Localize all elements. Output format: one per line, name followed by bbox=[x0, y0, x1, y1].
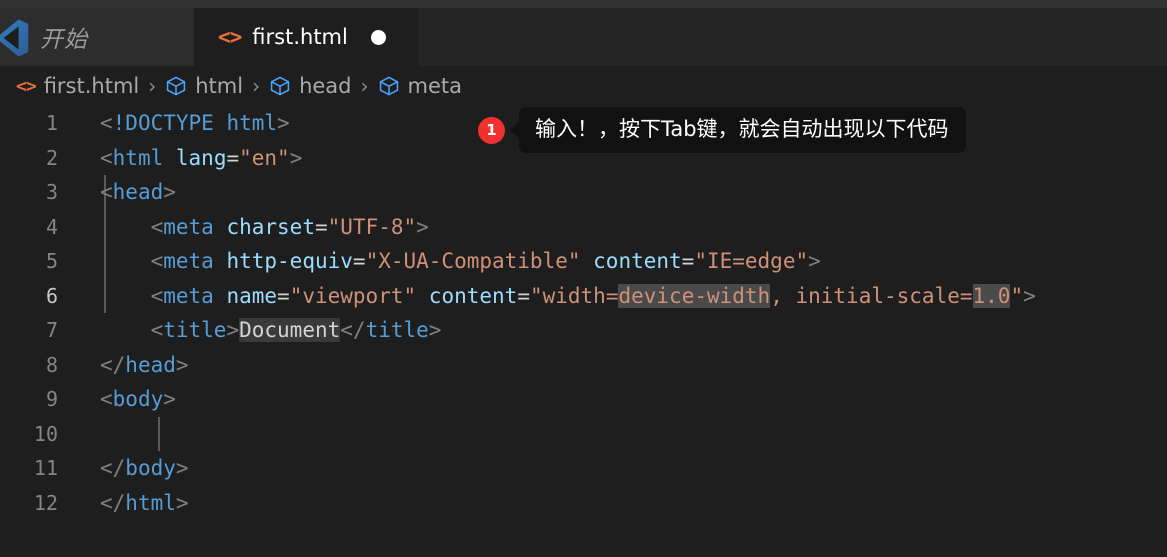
line-content: <meta charset="UTF-8"> bbox=[150, 214, 429, 239]
breadcrumb-label: head bbox=[299, 74, 352, 98]
html-angle-bracket-icon: <> bbox=[16, 75, 37, 97]
line-number: 4 bbox=[45, 214, 58, 239]
html-angle-bracket-icon: <> bbox=[218, 25, 242, 49]
vscode-window: 开始 <> first.html <> first.html › html › bbox=[0, 0, 1167, 557]
tab-first-html[interactable]: <> first.html bbox=[194, 8, 418, 66]
line-number: 2 bbox=[45, 145, 58, 170]
line-content: </body> bbox=[100, 456, 189, 480]
breadcrumb: <> first.html › html › head › meta bbox=[0, 66, 1167, 106]
line-content: <body> bbox=[100, 387, 176, 411]
line-number: 10 bbox=[33, 421, 58, 446]
occurrence-highlight: device-width bbox=[618, 283, 771, 308]
tab-home-label: 开始 bbox=[40, 27, 88, 53]
tab-home[interactable]: 开始 bbox=[0, 8, 194, 66]
line-content: <html lang="en"> bbox=[100, 145, 303, 170]
line-content: <meta http-equiv="X-UA-Compatible" conte… bbox=[150, 249, 821, 273]
breadcrumb-item-file[interactable]: <> first.html bbox=[16, 74, 139, 98]
code-line[interactable]: 9 <body> bbox=[0, 382, 1167, 417]
line-number: 11 bbox=[33, 456, 58, 480]
line-number: 3 bbox=[45, 180, 58, 204]
breadcrumb-separator-icon: › bbox=[252, 74, 261, 98]
code-line[interactable]: 8 </head> bbox=[0, 348, 1167, 383]
code-editor[interactable]: 1 <!DOCTYPE html> 2 <html lang="en"> 3 <… bbox=[0, 106, 1167, 557]
line-content: <meta name="viewport" content="width=dev… bbox=[150, 283, 1036, 308]
line-number: 6 bbox=[45, 283, 58, 308]
vscode-logo-icon bbox=[0, 19, 29, 57]
line-number: 1 bbox=[45, 111, 58, 135]
code-line[interactable]: 10 bbox=[0, 417, 1167, 452]
line-number: 7 bbox=[45, 318, 58, 342]
code-line[interactable]: 3 <head> bbox=[0, 175, 1167, 210]
line-content: <title>Document</title> bbox=[150, 318, 442, 342]
tab-bar: 开始 <> first.html bbox=[0, 8, 1167, 66]
code-line[interactable]: 5 <meta http-equiv="X-UA-Compatible" con… bbox=[0, 244, 1167, 279]
breadcrumb-item-head[interactable]: head bbox=[269, 74, 352, 98]
line-number: 12 bbox=[33, 490, 58, 515]
line-content: </html> bbox=[100, 490, 189, 515]
code-line[interactable]: 7 <title>Document</title> bbox=[0, 313, 1167, 348]
symbol-cube-icon bbox=[270, 76, 290, 96]
occurrence-highlight: 1.0 bbox=[972, 283, 1011, 308]
line-number: 8 bbox=[45, 352, 58, 377]
code-line[interactable]: 4 <meta charset="UTF-8"> bbox=[0, 210, 1167, 245]
title-bar-strip bbox=[0, 0, 1167, 8]
code-line-active[interactable]: 6 <meta name="viewport" content="width=d… bbox=[0, 279, 1167, 314]
breadcrumb-separator-icon: › bbox=[148, 74, 157, 98]
breadcrumb-label: first.html bbox=[43, 74, 140, 98]
line-content: <!DOCTYPE html> bbox=[100, 111, 290, 135]
code-line[interactable]: 11 </body> bbox=[0, 451, 1167, 486]
annotation-text: 输入！，按下Tab键，就会自动出现以下代码 bbox=[519, 107, 966, 154]
breadcrumb-item-meta[interactable]: meta bbox=[378, 74, 462, 98]
annotation-badge: 1 bbox=[478, 116, 505, 144]
annotation-callout: 1 输入！，按下Tab键，就会自动出现以下代码 bbox=[478, 107, 966, 154]
symbol-cube-icon bbox=[167, 76, 186, 96]
breadcrumb-item-html[interactable]: html bbox=[165, 74, 243, 98]
line-number: 5 bbox=[45, 249, 58, 273]
breadcrumb-label: html bbox=[195, 74, 244, 98]
tab-label: first.html bbox=[252, 25, 348, 49]
line-number: 9 bbox=[45, 387, 58, 411]
occurrence-highlight: Document bbox=[239, 318, 341, 342]
symbol-cube-icon bbox=[379, 76, 398, 96]
unsaved-indicator-icon[interactable] bbox=[370, 29, 386, 45]
breadcrumb-label: meta bbox=[407, 74, 462, 98]
line-content: </head> bbox=[100, 352, 189, 377]
code-line[interactable]: 12 </html> bbox=[0, 486, 1167, 521]
breadcrumb-separator-icon: › bbox=[360, 74, 369, 98]
line-content: <head> bbox=[100, 180, 176, 204]
